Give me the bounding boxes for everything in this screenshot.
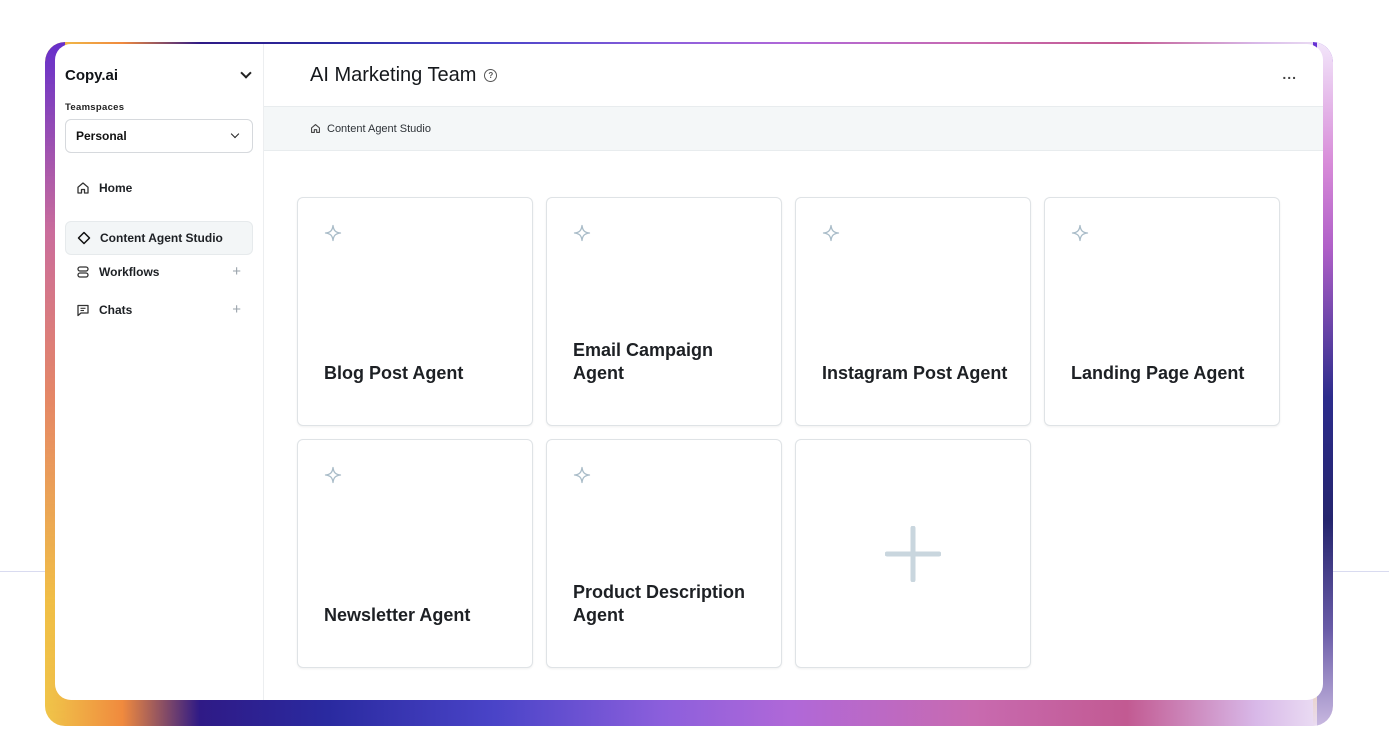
home-icon[interactable]	[310, 123, 321, 134]
breadcrumb: Content Agent Studio	[264, 107, 1323, 151]
chat-icon	[75, 302, 91, 318]
sidebar-item-label: Content Agent Studio	[100, 231, 223, 245]
sidebar-item-workflows[interactable]: Workflows +	[65, 255, 253, 289]
sparkle-icon	[573, 224, 591, 242]
agent-name: Blog Post Agent	[324, 363, 464, 383]
sparkle-icon	[324, 466, 342, 484]
sidebar-item-content-agent-studio[interactable]: Content Agent Studio	[65, 221, 253, 255]
add-workflow-icon[interactable]: +	[232, 263, 241, 280]
agent-card-blog-post[interactable]: Blog Post Agent	[297, 197, 533, 426]
sidebar-item-chats[interactable]: Chats +	[65, 293, 253, 327]
plus-icon	[885, 525, 941, 582]
sidebar: Copy.ai Teamspaces Personal Home Content…	[55, 44, 264, 700]
chevron-down-icon	[228, 129, 242, 143]
teamspaces-label: Teamspaces	[65, 102, 125, 113]
add-chat-icon[interactable]: +	[232, 301, 241, 318]
teamspace-select[interactable]: Personal	[65, 119, 253, 153]
agent-name: Email Campaign Agent	[573, 340, 714, 383]
agent-name: Product Description Agent	[573, 582, 746, 625]
sparkle-icon	[1071, 224, 1089, 242]
more-options-icon[interactable]: ...	[1282, 66, 1297, 82]
page-title: AI Marketing Team	[310, 63, 477, 86]
screenshot-stage: Copy.ai Teamspaces Personal Home Content…	[0, 0, 1389, 735]
agent-name: Newsletter Agent	[324, 605, 471, 625]
main-content: AI Marketing Team ? ... Content Agent St…	[264, 44, 1323, 700]
sparkle-icon	[573, 466, 591, 484]
diamond-icon	[76, 230, 92, 246]
agent-card-newsletter[interactable]: Newsletter Agent	[297, 439, 533, 668]
agent-card-email-campaign[interactable]: Email Campaign Agent	[546, 197, 782, 426]
teamspace-value: Personal	[76, 129, 127, 143]
add-agent-card[interactable]	[795, 439, 1031, 668]
sparkle-icon	[822, 224, 840, 242]
sidebar-item-home[interactable]: Home	[65, 171, 253, 205]
sidebar-item-label: Home	[99, 181, 133, 195]
brand-name: Copy.ai	[65, 66, 119, 84]
chevron-down-icon[interactable]	[239, 68, 253, 82]
home-icon	[75, 180, 91, 196]
sparkle-icon	[324, 224, 342, 242]
workflow-icon	[75, 264, 91, 280]
page-header: AI Marketing Team ? ...	[264, 44, 1323, 107]
agent-card-landing-page[interactable]: Landing Page Agent	[1044, 197, 1280, 426]
agent-card-instagram-post[interactable]: Instagram Post Agent	[795, 197, 1031, 426]
help-icon[interactable]: ?	[484, 68, 498, 82]
sidebar-item-label: Chats	[99, 303, 133, 317]
agent-card-product-description[interactable]: Product Description Agent	[546, 439, 782, 668]
breadcrumb-current[interactable]: Content Agent Studio	[327, 123, 431, 135]
sidebar-nav: Home Content Agent Studio Workflows + Ch…	[65, 171, 253, 327]
agent-name: Landing Page Agent	[1071, 363, 1245, 383]
workspace-switcher[interactable]: Copy.ai	[65, 64, 253, 86]
sidebar-item-label: Workflows	[99, 265, 160, 279]
app-window: Copy.ai Teamspaces Personal Home Content…	[55, 44, 1323, 700]
agent-name: Instagram Post Agent	[822, 363, 1008, 383]
